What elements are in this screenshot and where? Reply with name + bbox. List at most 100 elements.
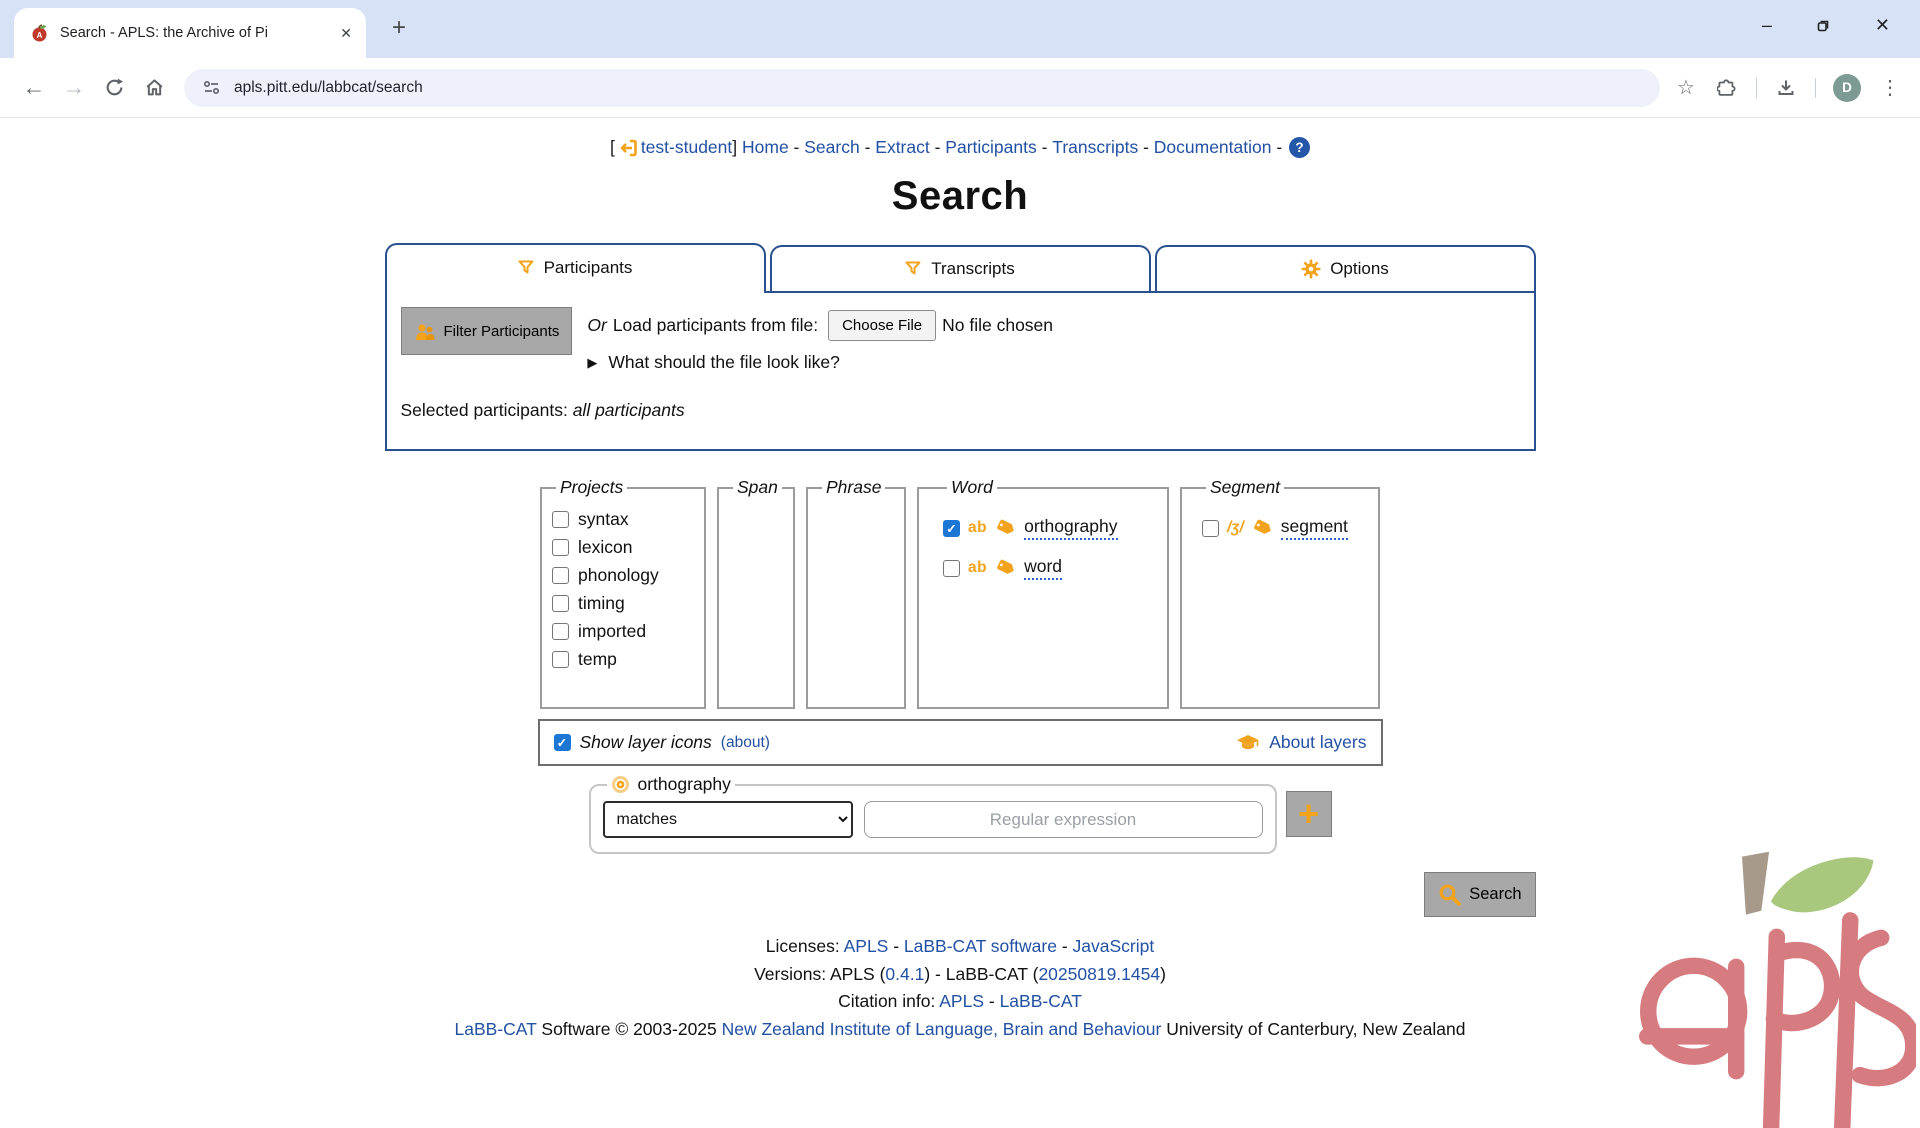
page-title: Search <box>0 174 1920 219</box>
project-checkbox-temp[interactable]: temp <box>552 649 694 670</box>
close-window-icon[interactable]: ✕ <box>1875 15 1890 36</box>
file-format-disclosure[interactable]: ▶ What should the file look like? <box>587 352 1053 373</box>
layer-checkbox-segment[interactable] <box>1202 520 1219 537</box>
nav-user-link[interactable]: test-student <box>641 137 732 158</box>
browser-tab[interactable]: A Search - APLS: the Archive of Pi ✕ <box>14 8 366 58</box>
site-settings-icon[interactable] <box>202 78 221 97</box>
project-checkbox-syntax[interactable]: syntax <box>552 509 694 530</box>
license-apls-link[interactable]: APLS <box>844 936 889 956</box>
profile-avatar[interactable]: D <box>1833 74 1861 102</box>
search-tabbar: Participants Transcripts <box>385 243 1536 291</box>
restore-window-icon[interactable] <box>1816 18 1831 33</box>
layer-link-word[interactable]: word <box>1024 556 1062 580</box>
fieldset-span: Span <box>717 477 795 709</box>
nzilbb-link[interactable]: New Zealand Institute of Language, Brain… <box>722 1019 1162 1039</box>
layer-row-orthography: ab orthography <box>943 516 1157 540</box>
selected-participants-value: all participants <box>573 400 685 420</box>
nav-link-transcripts[interactable]: Transcripts <box>1052 137 1138 158</box>
nav-link-documentation[interactable]: Documentation <box>1154 137 1272 158</box>
tab-options[interactable]: Options <box>1155 245 1536 291</box>
browser-window: A Search - APLS: the Archive of Pi ✕ + –… <box>0 0 1920 118</box>
nav-link-participants[interactable]: Participants <box>945 137 1036 158</box>
show-layer-icons-label: Show layer icons <box>580 732 712 753</box>
apls-favicon-icon: A <box>30 23 50 43</box>
search-page: [ test-student ] Home - Search - Extract… <box>0 118 1920 1128</box>
filter-icon <box>905 261 922 277</box>
back-icon[interactable]: ← <box>14 68 54 108</box>
browser-menu-icon[interactable]: ⋮ <box>1878 76 1902 100</box>
layer-row-segment: /ʒ/ segment <box>1202 516 1368 540</box>
layer-options-bar: Show layer icons (about) About layers <box>538 719 1383 766</box>
tag-icon <box>1252 518 1273 538</box>
new-tab-button[interactable]: + <box>392 14 406 42</box>
tab-participants[interactable]: Participants <box>385 243 766 293</box>
nav-link-extract[interactable]: Extract <box>875 137 929 158</box>
home-icon[interactable] <box>134 68 174 108</box>
tag-icon <box>995 558 1016 578</box>
matcher-row: orthography matches + <box>385 774 1536 854</box>
disclosure-triangle-icon: ▶ <box>587 355 597 371</box>
participants-panel: Filter Participants Or Load participants… <box>385 291 1536 451</box>
people-icon <box>414 322 436 341</box>
layer-type-label: ab <box>968 519 987 537</box>
extensions-icon[interactable] <box>1715 76 1739 100</box>
citation-apls-link[interactable]: APLS <box>939 991 984 1011</box>
about-link[interactable]: (about) <box>721 734 770 752</box>
magnifier-icon <box>1438 883 1462 907</box>
address-bar[interactable]: apls.pitt.edu/labbcat/search <box>184 69 1660 107</box>
layer-checkbox-orthography[interactable] <box>943 520 960 537</box>
project-checkbox-phonology[interactable]: phonology <box>552 565 694 586</box>
reload-icon[interactable] <box>94 68 134 108</box>
tab-transcripts[interactable]: Transcripts <box>770 245 1151 291</box>
toolbar-divider <box>1756 78 1757 98</box>
downloads-icon[interactable] <box>1774 76 1798 100</box>
tab-title: Search - APLS: the Archive of Pi <box>60 25 328 41</box>
add-layer-button[interactable]: + <box>1286 791 1332 837</box>
show-layer-icons-checkbox[interactable] <box>554 734 571 751</box>
page-footer: Licenses: APLS - LaBB-CAT software - Jav… <box>0 933 1920 1043</box>
layer-type-label: /ʒ/ <box>1227 519 1244 537</box>
browser-toolbar: ← → apls.pitt.edu/labbcat/search ☆ <box>0 58 1920 118</box>
nav-link-search[interactable]: Search <box>804 137 859 158</box>
no-file-chosen-text: No file chosen <box>942 315 1053 336</box>
close-tab-icon[interactable]: ✕ <box>338 25 354 42</box>
layer-link-orthography[interactable]: orthography <box>1024 516 1117 540</box>
toolbar-divider <box>1815 78 1816 98</box>
window-controls: – ✕ <box>1762 0 1920 50</box>
bookmark-star-icon[interactable]: ☆ <box>1674 76 1698 100</box>
fieldset-segment: Segment /ʒ/ segment <box>1180 477 1380 709</box>
fieldset-word: Word ab orthography ab <box>917 477 1169 709</box>
help-icon[interactable]: ? <box>1289 137 1310 158</box>
labbcat-version-link[interactable]: 20250819.1454 <box>1038 964 1160 984</box>
copyright-line: LaBB-CAT Software © 2003-2025 New Zealan… <box>0 1016 1920 1044</box>
filter-participants-button[interactable]: Filter Participants <box>401 307 573 355</box>
url-text[interactable]: apls.pitt.edu/labbcat/search <box>234 79 423 97</box>
match-operator-select[interactable]: matches <box>603 801 853 838</box>
citation-labbcat-link[interactable]: LaBB-CAT <box>1000 991 1082 1011</box>
load-from-file-label: Load participants from file: <box>613 315 818 336</box>
logout-icon[interactable] <box>618 138 638 158</box>
regex-input[interactable] <box>864 801 1263 838</box>
fieldset-projects: Projects syntax lexicon phonology timing… <box>540 477 706 709</box>
selected-participants: Selected participants: all participants <box>401 400 1520 421</box>
forward-icon[interactable]: → <box>54 68 94 108</box>
browser-tab-strip: A Search - APLS: the Archive of Pi ✕ + –… <box>0 0 1920 58</box>
project-checkbox-timing[interactable]: timing <box>552 593 694 614</box>
target-icon <box>611 775 630 794</box>
labbcat-link[interactable]: LaBB-CAT <box>455 1019 537 1039</box>
nav-link-home[interactable]: Home <box>742 137 789 158</box>
project-checkbox-imported[interactable]: imported <box>552 621 694 642</box>
minimize-window-icon[interactable]: – <box>1762 15 1772 36</box>
license-javascript-link[interactable]: JavaScript <box>1073 936 1155 956</box>
choose-file-button[interactable]: Choose File <box>828 310 936 341</box>
license-labbcat-link[interactable]: LaBB-CAT software <box>904 936 1057 956</box>
layer-link-segment[interactable]: segment <box>1281 516 1348 540</box>
graduation-cap-icon <box>1236 734 1260 752</box>
licenses-line: Licenses: APLS - LaBB-CAT software - Jav… <box>0 933 1920 961</box>
layer-checkbox-word[interactable] <box>943 560 960 577</box>
about-layers-link[interactable]: About layers <box>1269 732 1366 753</box>
svg-text:A: A <box>37 31 43 40</box>
search-button[interactable]: Search <box>1424 872 1535 917</box>
apls-version-link[interactable]: 0.4.1 <box>885 964 924 984</box>
project-checkbox-lexicon[interactable]: lexicon <box>552 537 694 558</box>
